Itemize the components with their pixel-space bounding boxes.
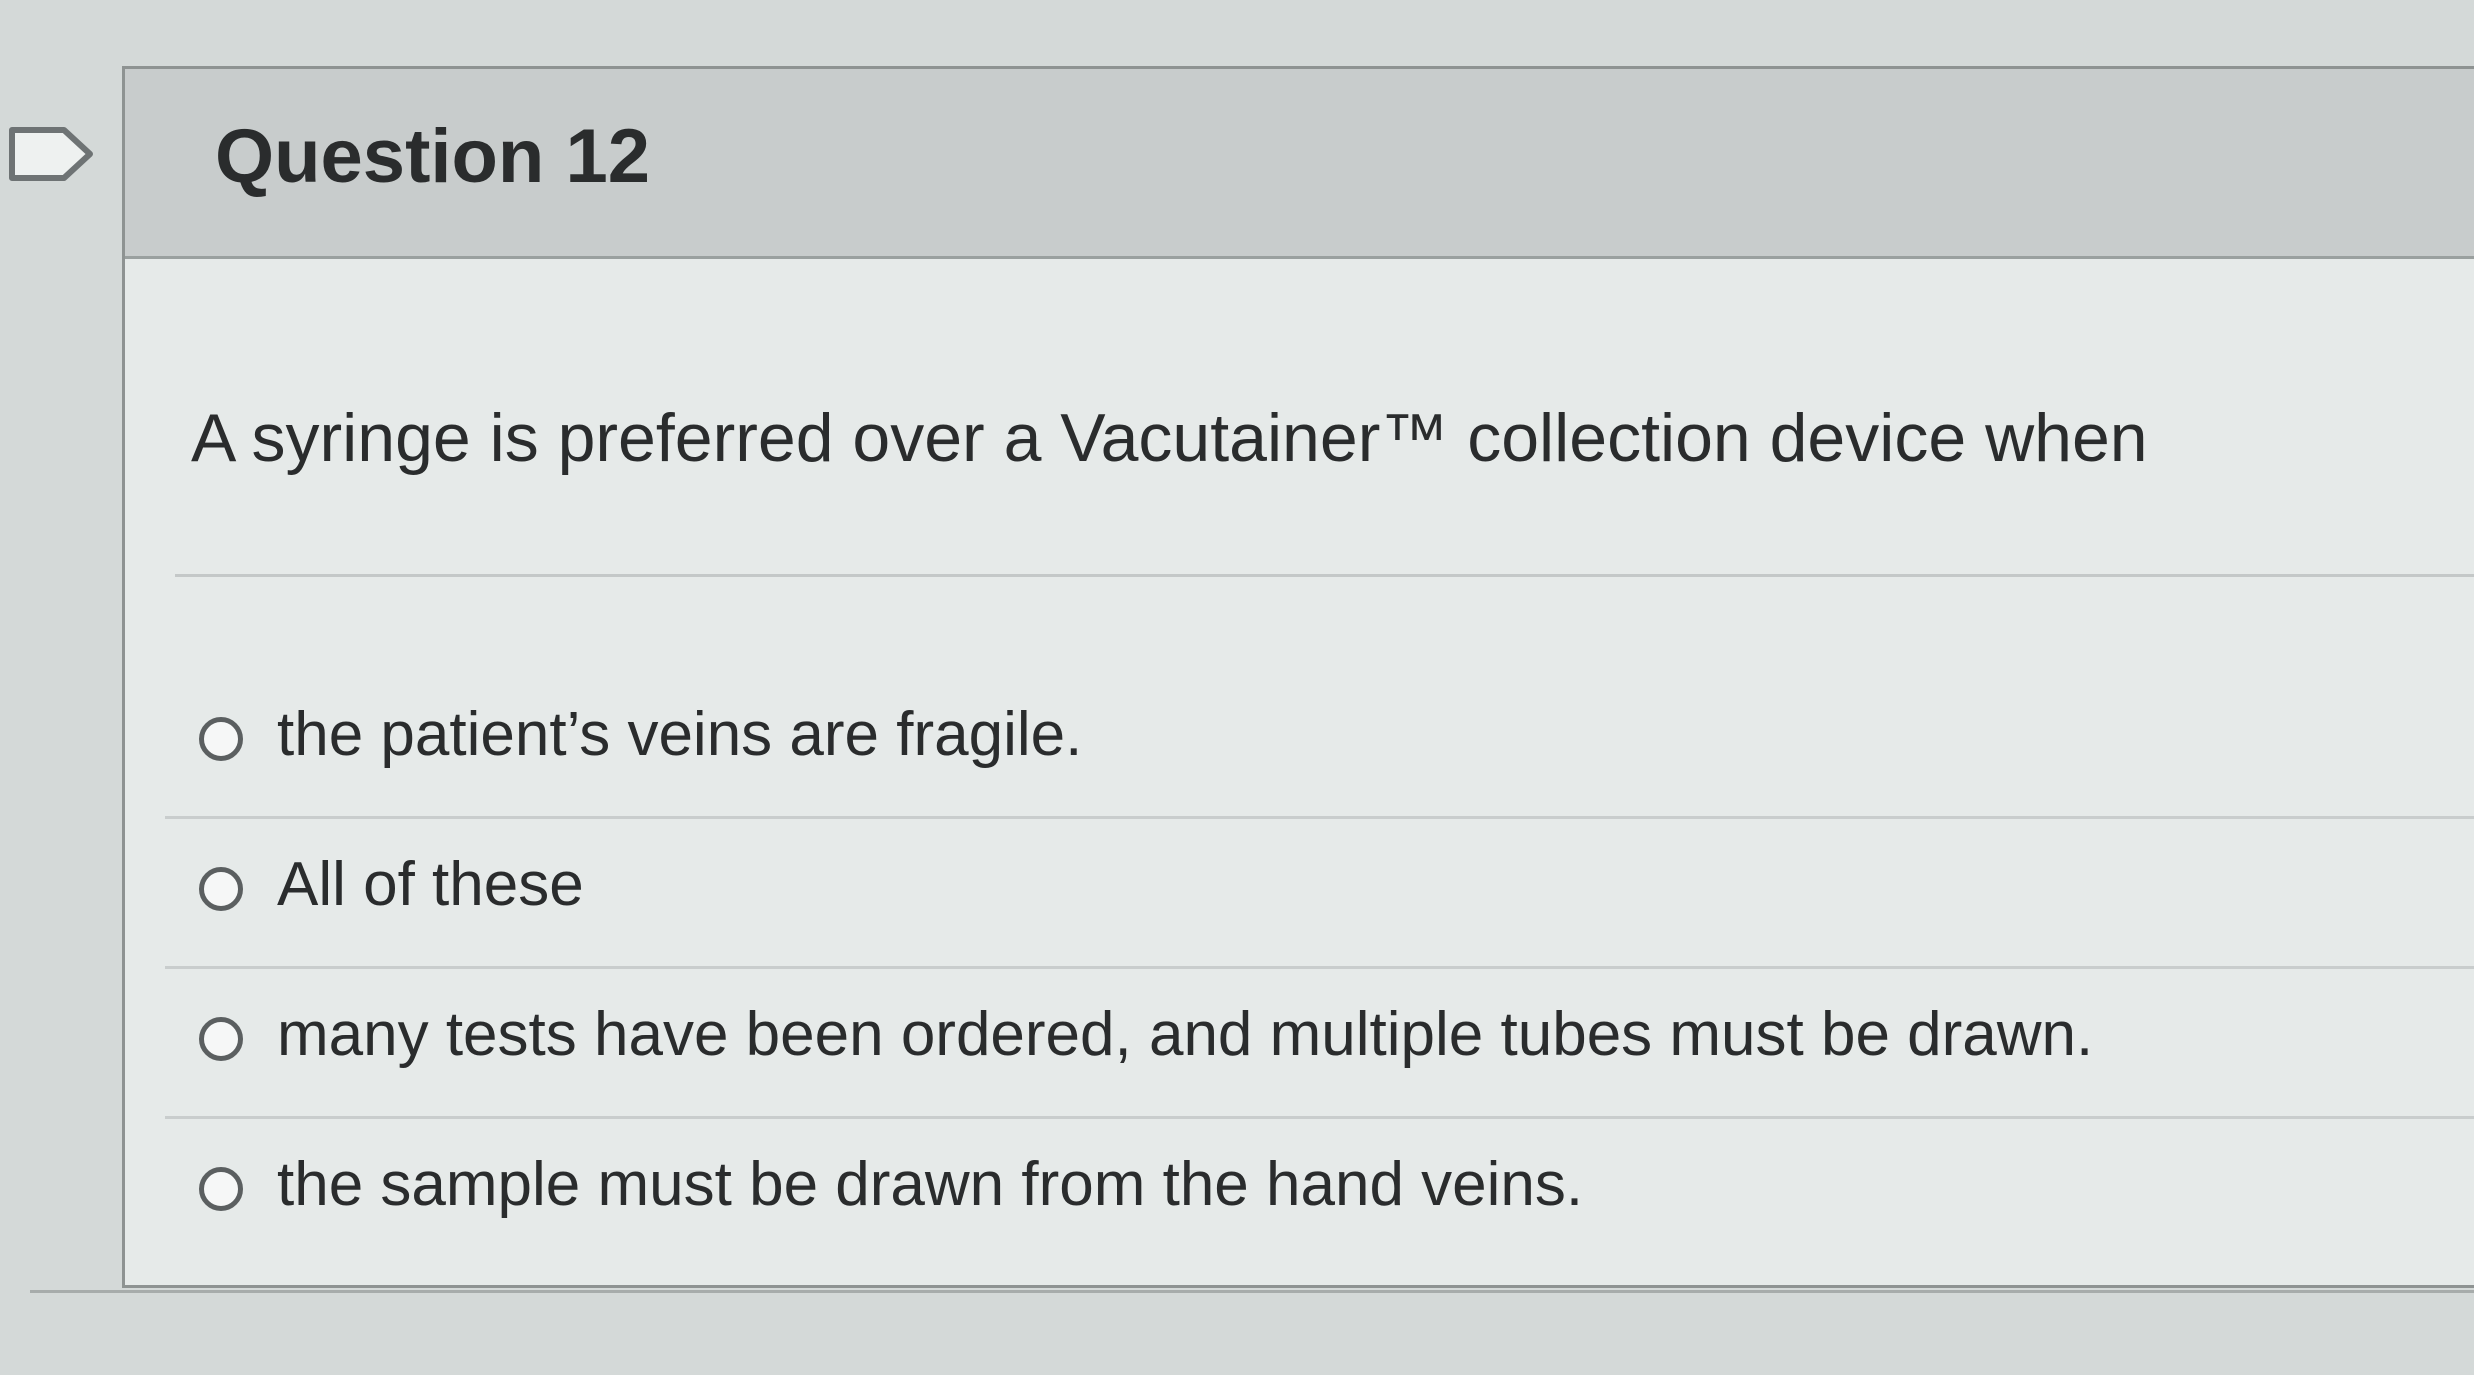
question-title: Question 12 [215,114,650,199]
answer-option-4[interactable]: the sample must be drawn from the hand v… [165,1119,2474,1269]
answer-label[interactable]: the sample must be drawn from the hand v… [277,1149,1583,1220]
question-card: Question 12 A syringe is preferred over … [122,66,2474,1288]
radio-unselected-icon[interactable] [199,1167,243,1211]
answer-option-2[interactable]: All of these [165,819,2474,969]
answer-option-1[interactable]: the patient’s veins are fragile. [165,669,2474,819]
question-header: Question 12 [125,69,2474,259]
divider [175,574,2474,577]
question-text: A syringe is preferred over a Vacutainer… [191,400,2148,476]
answer-option-3[interactable]: many tests have been ordered, and multip… [165,969,2474,1119]
radio-unselected-icon[interactable] [199,1017,243,1061]
card-bottom-edge [30,1290,2474,1293]
answer-label[interactable]: many tests have been ordered, and multip… [277,999,2093,1070]
answer-label[interactable]: the patient’s veins are fragile. [277,699,1082,770]
flag-question-icon[interactable] [6,124,96,184]
radio-unselected-icon[interactable] [199,867,243,911]
answer-label[interactable]: All of these [277,849,584,920]
radio-unselected-icon[interactable] [199,717,243,761]
